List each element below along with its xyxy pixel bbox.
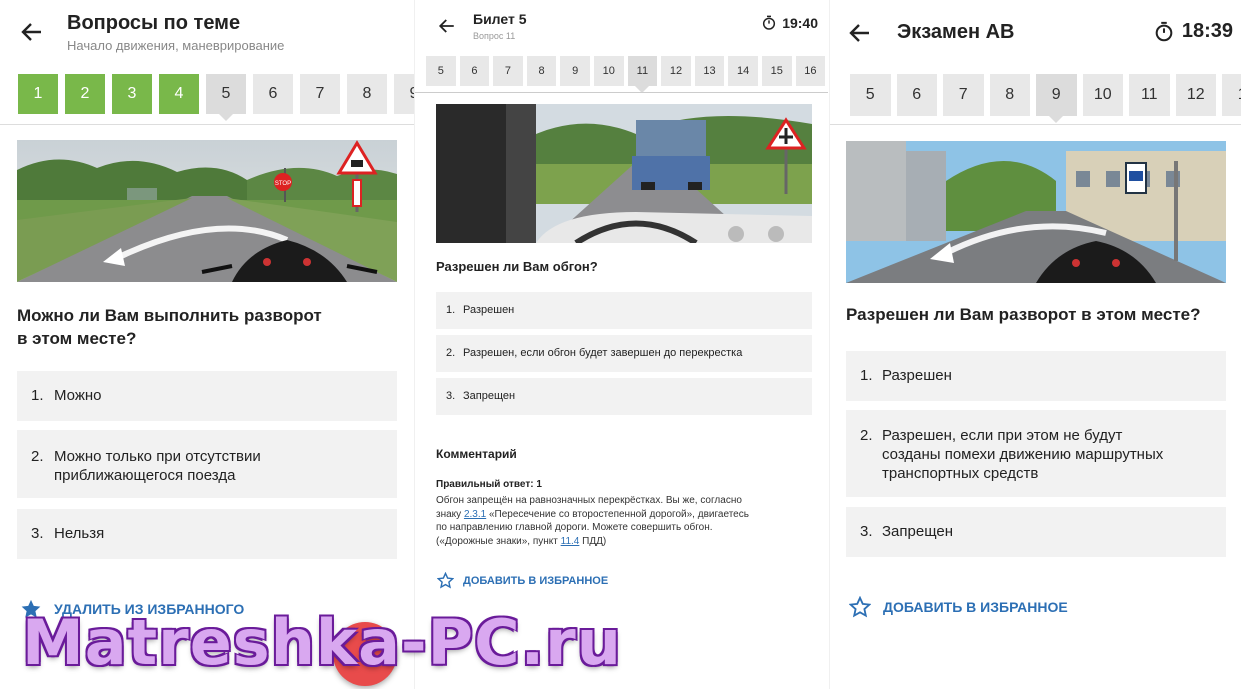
stopwatch-icon — [763, 15, 776, 30]
question-number-6[interactable]: 11 — [1129, 74, 1170, 116]
question-number-8[interactable]: 1 — [1222, 74, 1241, 116]
answer-option-1[interactable]: 1. Можно — [17, 371, 397, 421]
star-icon — [849, 596, 871, 618]
panel-ticket: Билет 5 Вопрос 11 19:40 5 6 7 8 9 10 11 12 13 14 1… — [414, 0, 828, 689]
comment-text: Обгон запрещён на равнозначных перекрёст… — [436, 495, 749, 547]
panel-topic-questions: Вопросы по теме Начало движения, маневри… — [0, 0, 414, 689]
question-number-1[interactable]: 6 — [896, 74, 937, 116]
correct-answer: Правильный ответ: 1 — [436, 479, 542, 490]
question-number-3[interactable]: 8 — [989, 74, 1030, 116]
panel-exam: Экзамен АВ 18:39 567891011121 Разрешен л… — [829, 0, 1241, 689]
question-number-5[interactable]: 10 — [593, 56, 624, 86]
answer-option-1[interactable]: 1. Разрешен — [436, 292, 812, 329]
question-number-5[interactable]: 10 — [1082, 74, 1123, 116]
back-button[interactable] — [846, 19, 874, 47]
question-number-7[interactable]: 12 — [1175, 74, 1216, 116]
back-button[interactable] — [18, 18, 46, 46]
add-favorite-button[interactable]: Добавить в избранное — [849, 596, 1068, 618]
page-title: Вопросы по теме — [67, 12, 241, 34]
page-subtitle: Начало движения, маневрирование — [67, 38, 285, 53]
comment-title: Комментарий — [436, 447, 517, 461]
question-image: STOP — [17, 140, 397, 282]
question-number-2[interactable]: 3 — [112, 74, 152, 114]
question-number-8[interactable]: 9 — [394, 74, 414, 114]
question-text: Разрешен ли Вам разворот в этом месте? — [846, 305, 1201, 324]
stopwatch-icon — [1155, 21, 1173, 41]
question-image — [846, 141, 1226, 283]
page-subtitle: Вопрос 11 — [473, 31, 516, 41]
arrow-left-icon — [849, 24, 869, 42]
star-icon — [437, 572, 454, 589]
question-text: Можно ли Вам выполнить разворот в этом м… — [17, 306, 322, 348]
question-number-7[interactable]: 8 — [347, 74, 387, 114]
rule-link[interactable]: 11.4 — [561, 536, 580, 547]
question-number-2[interactable]: 7 — [943, 74, 984, 116]
question-number-3[interactable]: 4 — [159, 74, 199, 114]
question-number-bar: 5 6 7 8 9 10 11 12 13 14 15 16 — [426, 56, 826, 93]
question-number-4[interactable]: 9 — [1036, 74, 1077, 123]
question-number-3[interactable]: 8 — [526, 56, 557, 86]
arrow-left-icon — [438, 19, 454, 33]
page-title: Экзамен АВ — [897, 21, 1015, 43]
question-number-7[interactable]: 12 — [661, 56, 691, 86]
question-number-2[interactable]: 7 — [493, 56, 523, 86]
page-title: Билет 5 — [473, 11, 527, 27]
question-number-4[interactable]: 9 — [560, 56, 590, 86]
question-number-6[interactable]: 11 — [627, 56, 658, 93]
watermark: Matreshka-PC.ru — [22, 606, 622, 679]
question-number-8[interactable]: 13 — [694, 56, 725, 86]
question-number-0[interactable]: 1 — [18, 74, 58, 114]
question-number-10[interactable]: 15 — [761, 56, 792, 86]
question-number-bar: 123456789 — [18, 74, 414, 121]
timer: 18:39 — [1153, 20, 1233, 43]
back-button[interactable] — [435, 14, 459, 38]
timer: 19:40 — [761, 15, 818, 31]
question-number-1[interactable]: 2 — [65, 74, 105, 114]
question-number-11[interactable]: 16 — [795, 56, 826, 86]
question-number-bar: 567891011121 — [850, 74, 1241, 123]
answer-option-3[interactable]: 3. Запрещен — [846, 507, 1226, 557]
answer-option-3[interactable]: 3. Запрещен — [436, 378, 812, 415]
question-image — [436, 104, 812, 243]
question-text: Разрешен ли Вам обгон? — [436, 259, 598, 274]
answer-option-2[interactable]: 2. Можно только при отсутствии приближающ… — [17, 430, 397, 498]
stop-sign-text: STOP — [275, 181, 291, 187]
answer-option-1[interactable]: 1. Разрешен — [846, 351, 1226, 401]
question-number-0[interactable]: 5 — [850, 74, 891, 116]
answer-option-2[interactable]: 2. Разрешен, если при этом не будут созда… — [846, 410, 1226, 497]
arrow-left-icon — [21, 23, 41, 41]
question-number-5[interactable]: 6 — [253, 74, 293, 114]
question-number-4[interactable]: 5 — [206, 74, 246, 121]
question-number-9[interactable]: 14 — [728, 56, 758, 86]
question-number-0[interactable]: 5 — [426, 56, 456, 86]
question-number-1[interactable]: 6 — [459, 56, 490, 86]
answer-option-2[interactable]: 2. Разрешен, если обгон будет завершен д… — [436, 335, 812, 372]
question-number-6[interactable]: 7 — [300, 74, 340, 114]
sign-link[interactable]: 2.3.1 — [464, 509, 486, 520]
add-favorite-button[interactable]: Добавить в избранное — [437, 572, 608, 589]
answer-option-3[interactable]: 3. Нельзя — [17, 509, 397, 559]
